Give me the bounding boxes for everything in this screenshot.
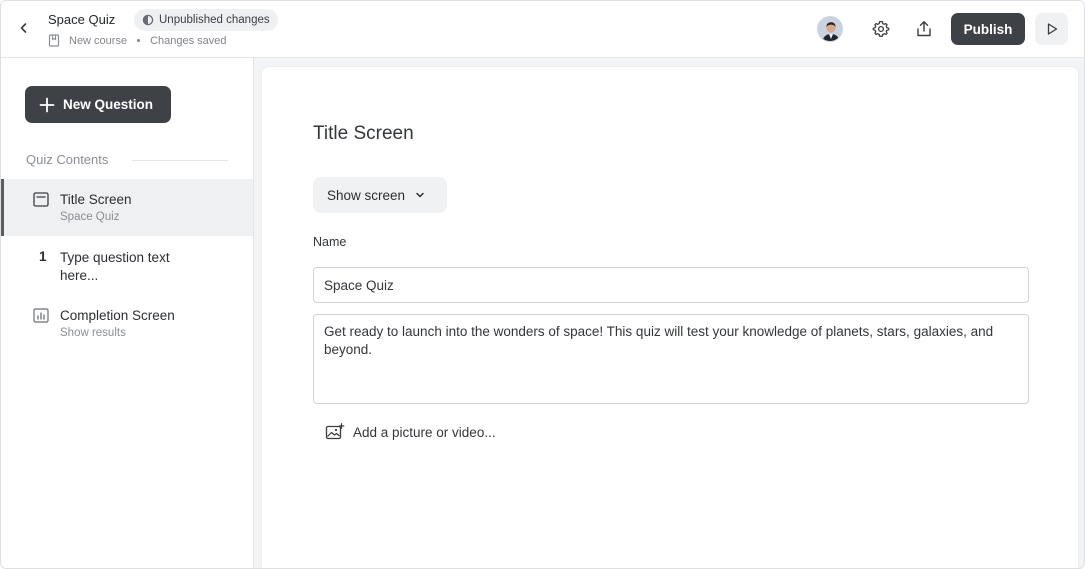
sidebar-item-subtitle: Space Quiz xyxy=(60,211,120,223)
show-screen-dropdown[interactable]: Show screen xyxy=(313,177,447,213)
preview-button[interactable] xyxy=(1035,13,1068,45)
add-media-label: Add a picture or video... xyxy=(353,424,496,440)
save-status: Changes saved xyxy=(150,34,227,47)
bookmark-icon xyxy=(48,34,60,47)
half-circle-icon xyxy=(142,14,154,26)
gear-icon xyxy=(872,20,890,37)
description-field[interactable]: Get ready to launch into the wonders of … xyxy=(313,314,1029,404)
sidebar-item-subtitle: Show results xyxy=(60,327,126,339)
new-question-button[interactable]: New Question xyxy=(25,86,171,123)
bar-chart-icon xyxy=(33,307,49,323)
editor-panel: Title Screen Show screen Name Get ready … xyxy=(261,66,1079,568)
chevron-down-icon xyxy=(416,192,424,198)
separator-dot xyxy=(137,39,141,42)
top-bar: Space Quiz Unpublished changes New cours… xyxy=(1,1,1084,58)
sidebar-item-completion-screen[interactable]: Completion Screen Show results xyxy=(1,295,253,351)
add-media-button[interactable]: Add a picture or video... xyxy=(325,421,496,443)
name-label: Name xyxy=(313,235,347,249)
image-plus-icon xyxy=(325,423,345,440)
course-type: New course xyxy=(69,34,128,47)
question-text-line2: here... xyxy=(60,268,99,283)
divider xyxy=(132,160,228,161)
share-button[interactable] xyxy=(911,16,937,42)
question-number: 1 xyxy=(39,249,47,264)
window-icon xyxy=(33,191,49,207)
course-meta: New course Changes saved xyxy=(48,34,227,47)
show-screen-label: Show screen xyxy=(327,187,406,203)
page-title: Title Screen xyxy=(313,123,414,144)
sidebar-item-title-screen[interactable]: Title Screen Space Quiz xyxy=(1,179,253,236)
status-badge-label: Unpublished changes xyxy=(159,14,270,26)
settings-button[interactable] xyxy=(868,16,894,42)
name-field[interactable] xyxy=(313,267,1029,303)
status-badge[interactable]: Unpublished changes xyxy=(134,9,278,31)
app-window: Space Quiz Unpublished changes New cours… xyxy=(0,0,1085,569)
quiz-contents-heading: Quiz Contents xyxy=(26,152,109,167)
avatar[interactable] xyxy=(817,16,843,42)
avatar-image xyxy=(818,17,842,41)
new-question-label: New Question xyxy=(63,97,154,112)
publish-button[interactable]: Publish xyxy=(951,13,1025,45)
sidebar: New Question Quiz Contents Title Screen … xyxy=(1,58,254,568)
question-text-line1: Type question text xyxy=(60,250,170,265)
sidebar-item-label: Type question text here... xyxy=(60,249,170,285)
course-title: Space Quiz xyxy=(48,12,116,27)
sidebar-item-label: Completion Screen xyxy=(60,308,175,323)
back-button[interactable] xyxy=(13,17,35,39)
play-icon xyxy=(1047,23,1057,35)
sidebar-item-label: Title Screen xyxy=(60,192,132,207)
sidebar-item-question-1[interactable]: 1 Type question text here... xyxy=(1,237,253,293)
upload-icon xyxy=(917,21,931,37)
plus-icon xyxy=(39,97,55,112)
chevron-left-icon xyxy=(20,23,27,33)
